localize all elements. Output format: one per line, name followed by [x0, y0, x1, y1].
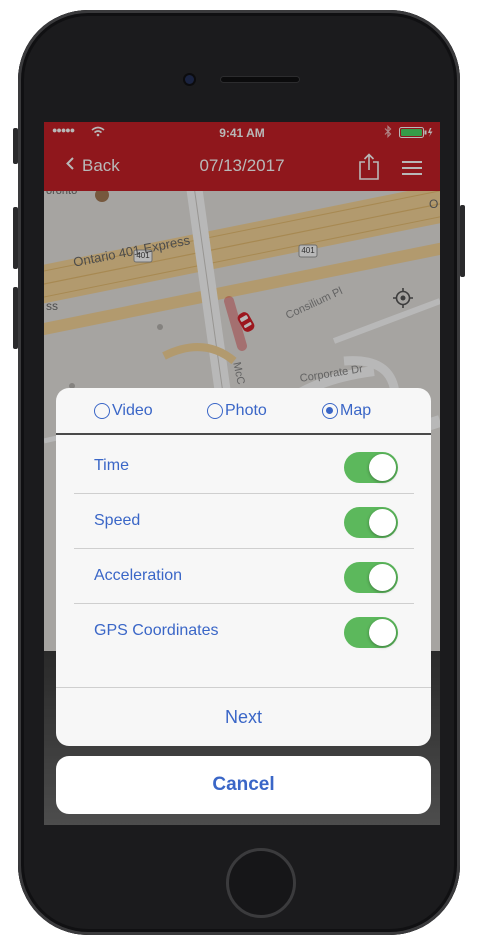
radio-map: [322, 403, 338, 419]
mute-switch: [13, 128, 18, 164]
cancel-button[interactable]: Cancel: [56, 756, 431, 814]
volume-up-button: [13, 207, 18, 269]
option-label-acceleration: Acceleration: [94, 567, 183, 584]
toggle-knob: [369, 509, 396, 536]
power-button: [460, 205, 465, 277]
toggle-time[interactable]: [344, 452, 398, 483]
radio-photo: [207, 403, 223, 419]
tab-photo-label: Photo: [225, 402, 267, 419]
toggle-knob: [369, 454, 396, 481]
toggle-knob: [369, 564, 396, 591]
option-row-acceleration: Acceleration: [74, 549, 414, 604]
option-row-speed: Speed: [74, 494, 414, 549]
tab-photo[interactable]: Photo: [207, 400, 267, 422]
tab-map-label: Map: [340, 402, 372, 419]
tab-map[interactable]: Map: [322, 400, 371, 422]
next-button[interactable]: Next: [56, 687, 431, 746]
media-type-tabs: Video Photo Map: [56, 388, 431, 435]
option-row-gps: GPS Coordinates: [74, 604, 414, 659]
export-options-sheet: Video Photo Map Time Speed Acceleration …: [56, 388, 431, 746]
toggle-acceleration[interactable]: [344, 562, 398, 593]
toggle-knob: [369, 619, 396, 646]
earpiece-speaker: [221, 77, 299, 82]
option-label-gps: GPS Coordinates: [94, 622, 219, 639]
option-row-time: Time: [74, 439, 414, 494]
tab-video[interactable]: Video: [94, 400, 153, 422]
option-label-time: Time: [94, 457, 129, 474]
tab-video-label: Video: [112, 402, 153, 419]
toggle-speed[interactable]: [344, 507, 398, 538]
front-camera: [185, 75, 194, 84]
option-label-speed: Speed: [94, 512, 141, 529]
phone-screen: ●●●●● 9:41 AM Back 07/13/2017 Ontario 40…: [44, 122, 440, 825]
radio-video: [94, 403, 110, 419]
toggle-gps[interactable]: [344, 617, 398, 648]
volume-down-button: [13, 287, 18, 349]
home-button[interactable]: [226, 848, 296, 918]
